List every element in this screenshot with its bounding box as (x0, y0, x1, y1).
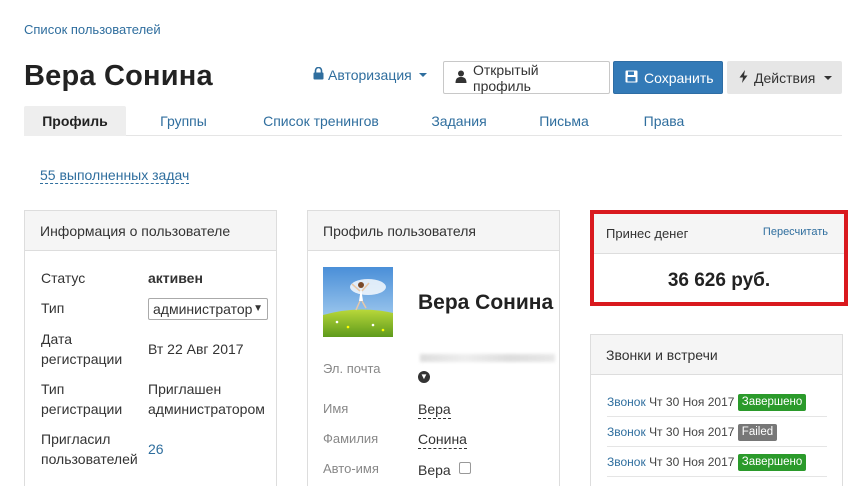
avatar (323, 267, 393, 337)
circle-chevron-down-icon[interactable]: ▼ (418, 371, 430, 383)
page-title: Вера Сонина (24, 60, 213, 92)
auto-name-value: Вера (418, 462, 451, 478)
email-label: Эл. почта (323, 361, 381, 376)
user-profile-heading: Профиль пользователя (308, 211, 559, 251)
tab-rights[interactable]: Права (624, 106, 704, 136)
invited-count-link[interactable]: 26 (148, 439, 164, 459)
user-info-heading: Информация о пользователе (25, 211, 276, 251)
breadcrumb-users-list[interactable]: Список пользователей (24, 22, 161, 37)
tab-profile[interactable]: Профиль (24, 106, 126, 136)
profile-name: Вера Сонина (418, 291, 554, 314)
lightning-icon (739, 69, 748, 86)
first-name-label: Имя (323, 401, 349, 416)
lock-icon (313, 66, 324, 83)
revenue-title: Принес денег (606, 226, 689, 241)
list-item: Звонок Чт 30 Ноя 2017 Завершено (607, 447, 827, 477)
revenue-heading: Принес денег Пересчитать (594, 214, 844, 254)
user-icon (455, 70, 467, 86)
first-name-value[interactable]: Вера (418, 401, 451, 419)
open-profile-label: Открытый профиль (473, 61, 539, 94)
reg-date-value: Вт 22 Авг 2017 (148, 341, 244, 357)
auto-name-checkbox[interactable] (459, 462, 471, 474)
select-arrow-icon: ▼ (253, 303, 263, 314)
reg-type-label-line2: регистрации (41, 401, 123, 417)
revenue-panel: Принес денег Пересчитать 36 626 руб. (590, 210, 848, 306)
status-badge: Завершено (737, 394, 807, 412)
invited-label-line1: Пригласил (41, 431, 111, 447)
call-link[interactable]: Звонок (607, 455, 646, 469)
status-badge: Завершено (737, 454, 807, 472)
chevron-down-icon (418, 73, 427, 77)
last-name-label: Фамилия (323, 431, 379, 446)
user-type-select[interactable]: администратор ▼ (148, 298, 268, 320)
type-label: Тип (41, 300, 65, 316)
call-link[interactable]: Звонок (607, 425, 646, 439)
tab-tasks[interactable]: Задания (414, 106, 504, 136)
calls-meetings-panel: Звонки и встречи Звонок Чт 30 Ноя 2017 З… (590, 334, 843, 486)
status-value: активен (148, 270, 203, 286)
auto-name-label: Авто-имя (323, 461, 379, 476)
reg-type-value-line2: администратором (148, 401, 265, 417)
last-name-value[interactable]: Сонина (418, 431, 467, 449)
status-label: Статус (41, 270, 86, 286)
call-link[interactable]: Звонок (607, 395, 646, 409)
completed-tasks-link[interactable]: 55 выполненных задач (40, 167, 190, 184)
user-profile-panel: Профиль пользователя Вера Сонина Эл. поч… (307, 210, 560, 486)
tab-groups[interactable]: Группы (136, 106, 231, 136)
authorization-dropdown[interactable]: Авторизация (313, 66, 427, 83)
save-button[interactable]: Сохранить (613, 61, 723, 94)
revenue-value: 36 626 руб. (667, 270, 771, 291)
call-date: Чт 30 Ноя 2017 (649, 395, 735, 409)
open-profile-button[interactable]: Открытый профиль (443, 61, 610, 94)
save-label: Сохранить (644, 69, 714, 86)
reg-type-label-line1: Тип (41, 381, 65, 397)
reg-type-value-line1: Приглашен (148, 381, 222, 397)
status-badge: Failed (737, 424, 778, 442)
tab-bar: Профиль Группы Список тренингов Задания … (24, 106, 842, 136)
recalculate-link[interactable]: Пересчитать (763, 226, 828, 238)
calls-meetings-heading: Звонки и встречи (591, 335, 842, 375)
call-date: Чт 30 Ноя 2017 (649, 425, 735, 439)
email-value-redacted (420, 354, 555, 362)
list-item: Звонок Чт 30 Ноя 2017 Failed (607, 417, 827, 447)
actions-dropdown-button[interactable]: Действия (727, 61, 842, 94)
invited-label-line2: пользователей (41, 451, 138, 467)
chevron-down-icon (824, 75, 833, 80)
reg-date-label-line2: регистрации (41, 351, 123, 367)
reg-date-label-line1: Дата (41, 331, 73, 347)
user-info-panel: Информация о пользователе Статус активен… (24, 210, 277, 486)
tab-trainings[interactable]: Список тренингов (246, 106, 396, 136)
user-type-value: администратор (153, 301, 253, 317)
tab-letters[interactable]: Письма (519, 106, 609, 136)
call-date: Чт 30 Ноя 2017 (649, 455, 735, 469)
authorization-label: Авторизация (328, 67, 412, 83)
floppy-disk-icon (625, 70, 638, 86)
list-item: Звонок Чт 30 Ноя 2017 Завершено (607, 387, 827, 417)
actions-label: Действия (754, 69, 816, 86)
